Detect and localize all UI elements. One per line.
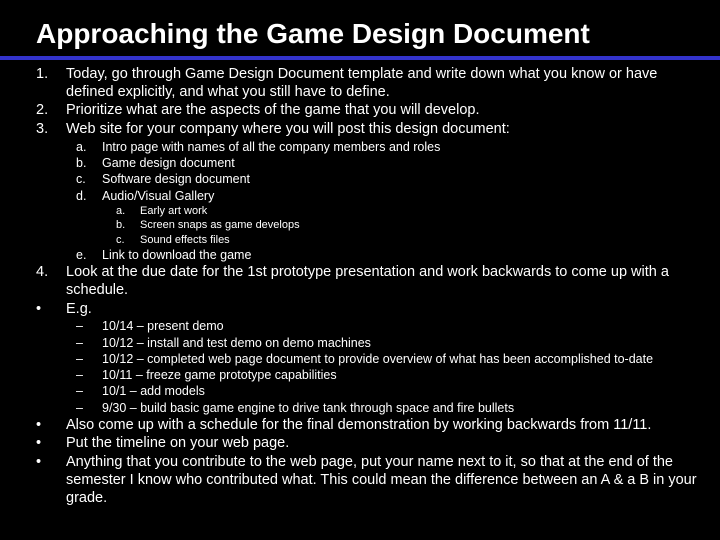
list-item: –10/14 – present demo	[76, 319, 698, 334]
list-text: Look at the due date for the 1st prototy…	[66, 264, 698, 299]
list-text: 10/1 – add models	[102, 384, 698, 399]
list-marker: •	[36, 435, 66, 453]
list-item: •E.g.	[36, 301, 698, 319]
list-marker: b.	[76, 156, 102, 171]
slide-title: Approaching the Game Design Document	[0, 10, 720, 56]
list-item: •Put the timeline on your web page.	[36, 435, 698, 453]
list-item: –10/11 – freeze game prototype capabilit…	[76, 368, 698, 383]
list-item: –9/30 – build basic game engine to drive…	[76, 401, 698, 416]
list-text: Audio/Visual Gallery	[102, 189, 698, 204]
list-item: 1.Today, go through Game Design Document…	[36, 66, 698, 101]
list-item: b.Screen snaps as game develops	[116, 219, 698, 232]
list-text: Prioritize what are the aspects of the g…	[66, 102, 698, 120]
list-marker: c.	[116, 234, 140, 247]
list-text: 10/12 – install and test demo on demo ma…	[102, 336, 698, 351]
list-marker: 2.	[36, 102, 66, 120]
list-text: 10/12 – completed web page document to p…	[102, 352, 698, 367]
list-marker: a.	[116, 205, 140, 218]
list-marker: –	[76, 368, 102, 383]
list-item: e.Link to download the game	[76, 248, 698, 263]
list-text: Today, go through Game Design Document t…	[66, 66, 698, 101]
list-item: –10/12 – completed web page document to …	[76, 352, 698, 367]
list-item: d.Audio/Visual Gallery	[76, 189, 698, 204]
list-marker: e.	[76, 248, 102, 263]
list-item: 4.Look at the due date for the 1st proto…	[36, 264, 698, 299]
list-text: Game design document	[102, 156, 698, 171]
list-text: 9/30 – build basic game engine to drive …	[102, 401, 698, 416]
list-marker: •	[36, 301, 66, 319]
slide-body: 1.Today, go through Game Design Document…	[0, 66, 720, 507]
list-text: E.g.	[66, 301, 698, 319]
list-text: 10/11 – freeze game prototype capabiliti…	[102, 368, 698, 383]
list-text: 10/14 – present demo	[102, 319, 698, 334]
list-marker: 1.	[36, 66, 66, 101]
list-text: Anything that you contribute to the web …	[66, 454, 698, 507]
list-marker: b.	[116, 219, 140, 232]
list-text: Software design document	[102, 172, 698, 187]
list-marker: d.	[76, 189, 102, 204]
list-marker: –	[76, 336, 102, 351]
list-text: Early art work	[140, 205, 698, 218]
list-text: Sound effects files	[140, 234, 698, 247]
list-text: Intro page with names of all the company…	[102, 140, 698, 155]
list-text: Screen snaps as game develops	[140, 219, 698, 232]
list-marker: a.	[76, 140, 102, 155]
list-item: –10/12 – install and test demo on demo m…	[76, 336, 698, 351]
list-marker: –	[76, 352, 102, 367]
list-item: –10/1 – add models	[76, 384, 698, 399]
list-marker: –	[76, 384, 102, 399]
list-item: a.Early art work	[116, 205, 698, 218]
list-marker: c.	[76, 172, 102, 187]
list-marker: 4.	[36, 264, 66, 299]
title-underline	[0, 56, 720, 60]
list-text: Web site for your company where you will…	[66, 121, 698, 139]
list-item: b.Game design document	[76, 156, 698, 171]
list-marker: •	[36, 454, 66, 507]
list-marker: –	[76, 401, 102, 416]
list-item: 2.Prioritize what are the aspects of the…	[36, 102, 698, 120]
list-item: c.Software design document	[76, 172, 698, 187]
list-marker: 3.	[36, 121, 66, 139]
list-item: 3.Web site for your company where you wi…	[36, 121, 698, 139]
list-item: a.Intro page with names of all the compa…	[76, 140, 698, 155]
list-text: Link to download the game	[102, 248, 698, 263]
list-marker: –	[76, 319, 102, 334]
list-marker: •	[36, 417, 66, 435]
list-text: Put the timeline on your web page.	[66, 435, 698, 453]
list-item: •Also come up with a schedule for the fi…	[36, 417, 698, 435]
list-item: c.Sound effects files	[116, 234, 698, 247]
list-item: •Anything that you contribute to the web…	[36, 454, 698, 507]
list-text: Also come up with a schedule for the fin…	[66, 417, 698, 435]
